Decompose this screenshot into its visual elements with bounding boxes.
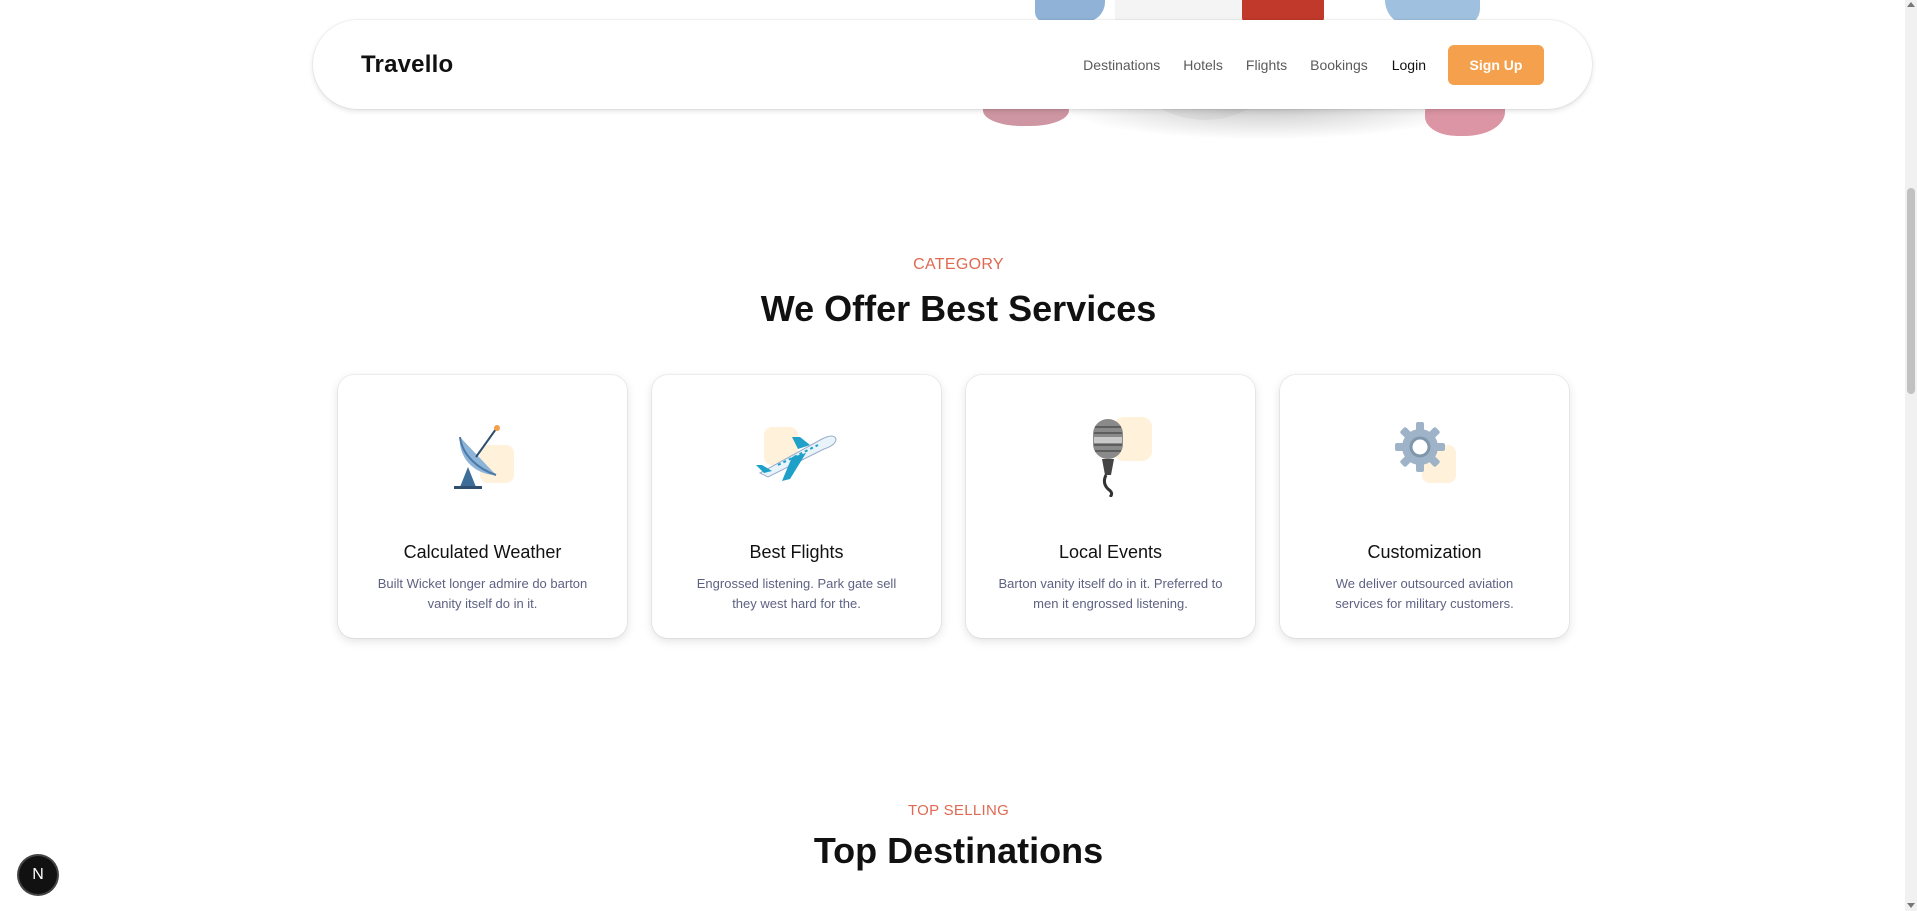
scroll-down-icon[interactable]: [1907, 903, 1915, 908]
scroll-up-icon[interactable]: [1907, 2, 1915, 7]
nav-link-destinations[interactable]: Destinations: [1083, 57, 1160, 73]
microphone-icon: [1092, 417, 1152, 497]
service-title: Best Flights: [749, 542, 844, 562]
nav-link-hotels[interactable]: Hotels: [1183, 57, 1223, 73]
service-text: Barton vanity itself do in it. Preferred…: [998, 576, 1223, 611]
service-card-events[interactable]: Local Events Barton vanity itself do in …: [966, 375, 1255, 638]
page-scrollbar[interactable]: [1905, 0, 1917, 911]
airplane-icon: [755, 427, 837, 481]
service-card-weather[interactable]: Calculated Weather Built Wicket longer a…: [338, 375, 627, 638]
destinations-label: TOP SELLING: [907, 802, 1010, 819]
service-title: Customization: [1367, 542, 1482, 562]
dev-tools-badge[interactable]: N: [19, 856, 57, 894]
service-cards: Calculated Weather Built Wicket longer a…: [338, 375, 1569, 638]
navbar: Travello Destinations Hotels Flights Boo…: [313, 20, 1592, 109]
nav-link-flights[interactable]: Flights: [1246, 57, 1287, 73]
brand-logo[interactable]: Travello: [361, 51, 453, 79]
gear-icon: [1394, 422, 1456, 483]
service-text: Built Wicket longer admire do barton van…: [377, 576, 588, 611]
nav-link-bookings[interactable]: Bookings: [1310, 57, 1368, 73]
service-title: Calculated Weather: [403, 542, 562, 562]
services-label: CATEGORY: [913, 256, 1004, 273]
service-card-flights[interactable]: Best Flights Engrossed listening. Park g…: [652, 375, 941, 638]
nav-links: Destinations Hotels Flights Bookings: [1083, 57, 1368, 73]
service-text: Engrossed listening. Park gate sell they…: [696, 576, 897, 611]
satellite-dish-icon: [453, 425, 514, 489]
login-link[interactable]: Login: [1392, 57, 1426, 73]
service-text: We deliver outsourced aviation services …: [1335, 576, 1514, 611]
destinations-title: Top Destinations: [813, 830, 1104, 871]
signup-button[interactable]: Sign Up: [1448, 44, 1544, 85]
service-title: Local Events: [1058, 542, 1163, 562]
service-card-customization[interactable]: Customization We deliver outsourced avia…: [1280, 375, 1569, 638]
scrollbar-thumb[interactable]: [1907, 188, 1915, 394]
services-title: We Offer Best Services: [760, 288, 1157, 329]
